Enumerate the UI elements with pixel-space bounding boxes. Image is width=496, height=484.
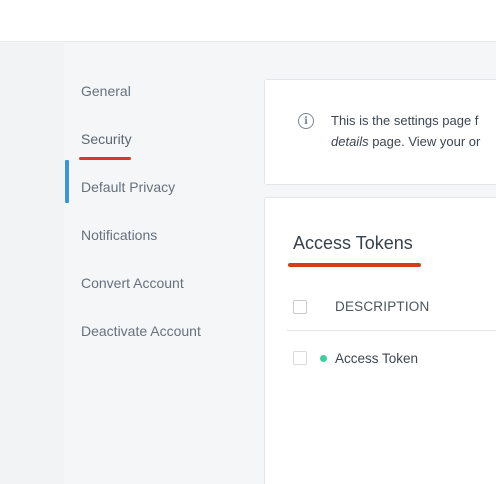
section-title: Access Tokens (293, 233, 413, 253)
status-dot (320, 355, 327, 362)
security-annotation-underline (79, 157, 131, 160)
sidebar-item-notifications[interactable]: Notifications (64, 213, 254, 257)
sidebar-item-general[interactable]: General (64, 69, 254, 113)
info-text-line-1: This is the settings page f (331, 113, 479, 128)
select-all-checkbox[interactable] (293, 300, 307, 314)
left-strip (0, 43, 64, 484)
sidebar-item-convert-account[interactable]: Convert Account (64, 261, 254, 305)
top-bar (0, 0, 496, 42)
info-text-line-2: details page. View your or (331, 134, 480, 149)
column-header-description: DESCRIPTION (335, 299, 430, 314)
row-checkbox[interactable] (293, 351, 307, 365)
token-description: Access Token (335, 351, 419, 366)
info-icon: i (298, 113, 314, 129)
sidebar-item-deactivate-account[interactable]: Deactivate Account (64, 309, 254, 353)
table-divider (287, 330, 496, 331)
sidebar-item-default-privacy[interactable]: Default Privacy (64, 165, 254, 209)
details-link-text[interactable]: details (331, 134, 369, 149)
info-text-line-2-rest: page. View your or (368, 134, 481, 149)
title-annotation-underline (288, 263, 421, 267)
settings-sidebar: General Security Default Privacy Notific… (64, 43, 262, 484)
sidebar-item-security[interactable]: Security (64, 117, 254, 161)
info-banner (264, 79, 496, 185)
